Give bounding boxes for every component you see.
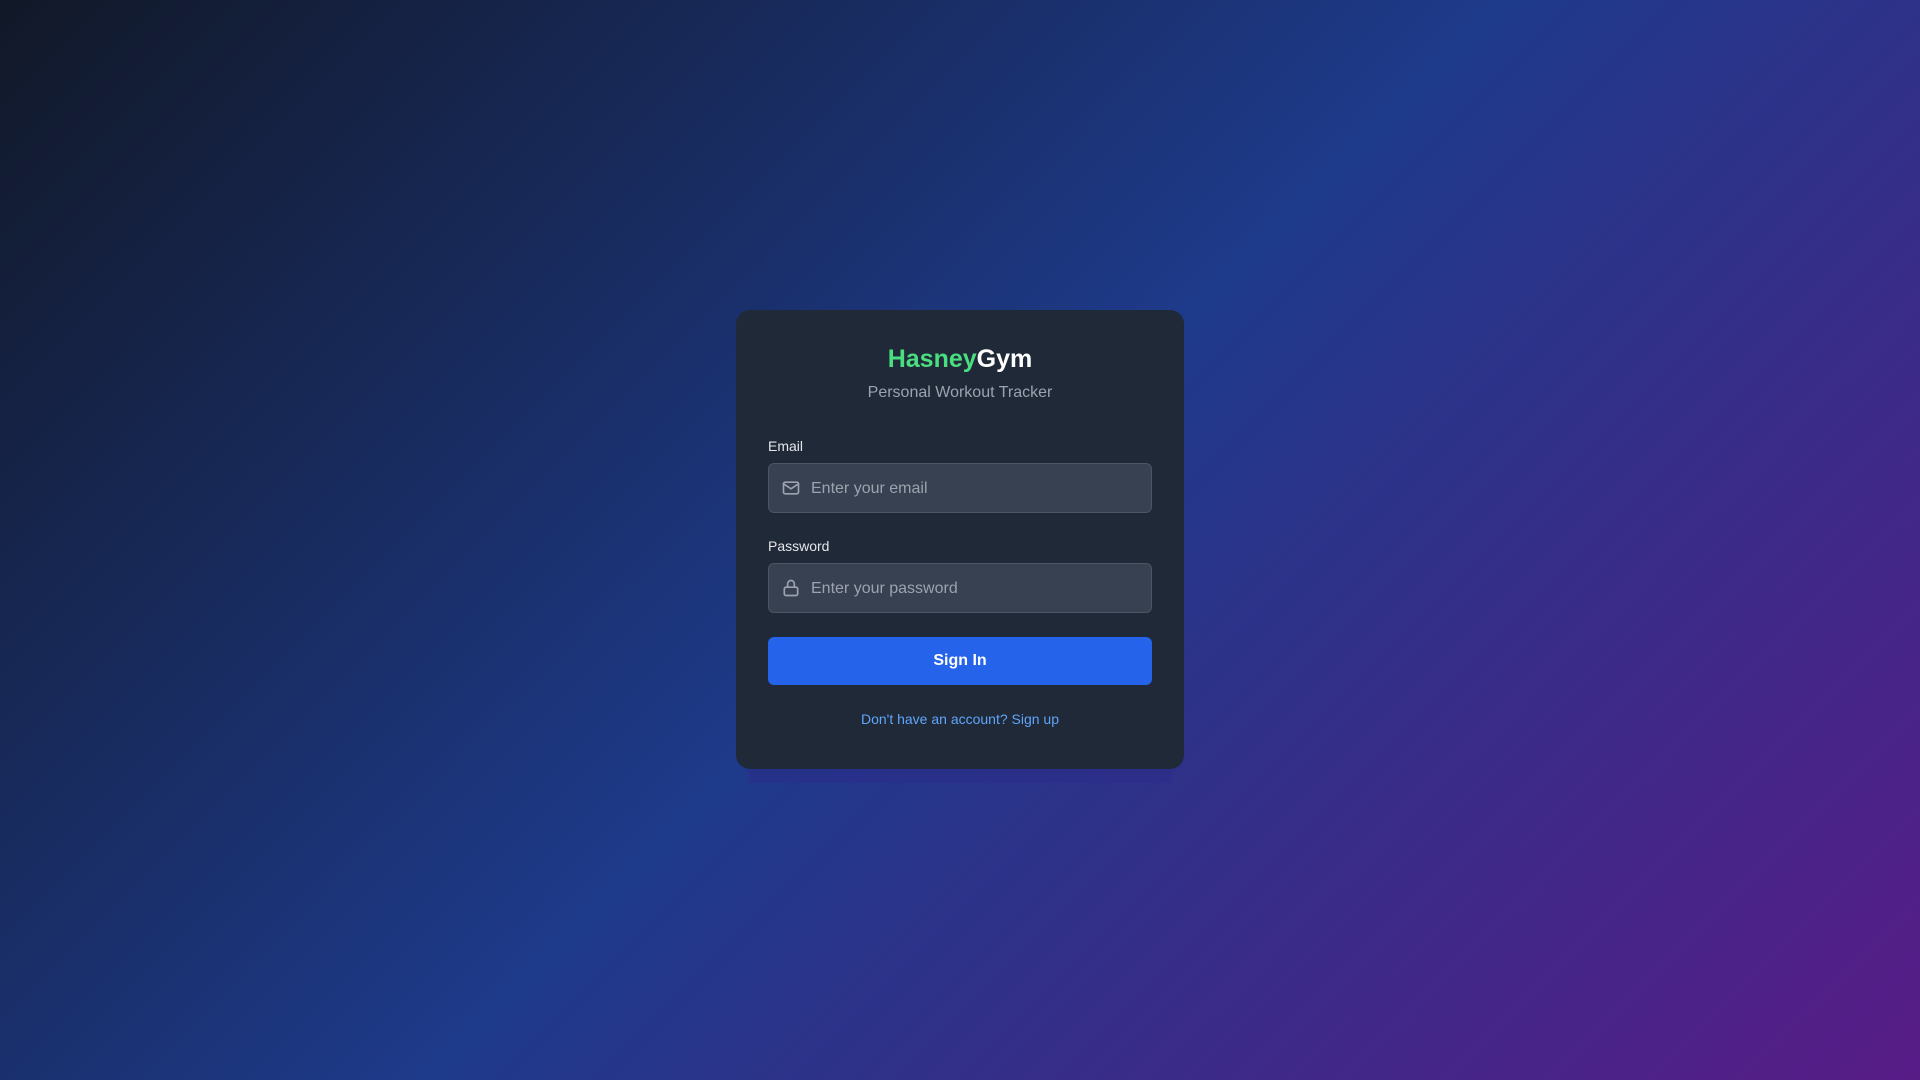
login-card: HasneyGym Personal Workout Tracker Email… [736,310,1184,769]
email-field-container [768,463,1152,514]
signup-prompt: Don't have an account? Sign up [768,711,1152,727]
password-input[interactable] [809,564,1143,614]
app-logo-title: HasneyGym [768,342,1152,376]
mail-icon [782,481,800,495]
brand-name-part2: Gym [976,345,1033,373]
password-field-container [768,563,1152,614]
lock-icon [783,579,799,597]
brand-name-part1: Hasney [887,345,977,373]
email-input[interactable] [809,464,1143,514]
sign-in-button[interactable]: Sign In [768,637,1152,685]
password-label: Password [768,538,830,554]
email-label: Email [768,438,804,454]
app-subtitle: Personal Workout Tracker [867,384,1053,401]
sign-up-link[interactable]: Don't have an account? Sign up [861,711,1059,727]
